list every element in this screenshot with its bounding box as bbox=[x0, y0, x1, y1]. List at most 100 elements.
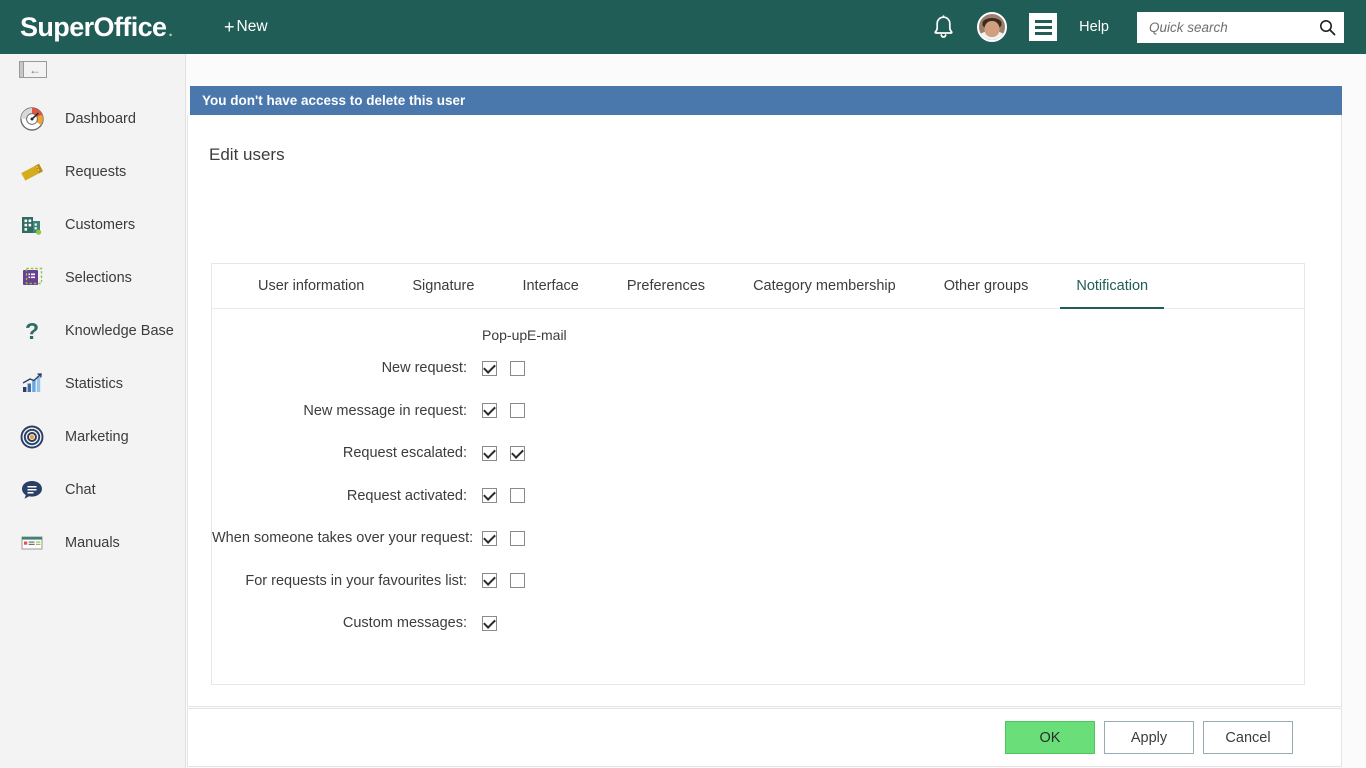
tab-label: Interface bbox=[522, 278, 579, 294]
menu-bar bbox=[1034, 31, 1052, 35]
tab-preferences[interactable]: Preferences bbox=[603, 264, 729, 308]
ok-button[interactable]: OK bbox=[1005, 721, 1095, 754]
plus-icon: + bbox=[224, 16, 235, 37]
superoffice-logo[interactable]: SuperOffice . bbox=[20, 12, 173, 43]
popup-checkbox[interactable] bbox=[482, 615, 497, 631]
tab-bar: User information Signature Interface Pre… bbox=[212, 264, 1304, 309]
sidebar-item-knowledge-base[interactable]: ? Knowledge Base bbox=[0, 304, 185, 357]
email-checkbox[interactable] bbox=[510, 403, 525, 419]
notification-row: Request activated: bbox=[212, 475, 1304, 518]
sidebar-item-label: Statistics bbox=[65, 375, 124, 392]
tab-signature[interactable]: Signature bbox=[388, 264, 498, 308]
tabs-panel: User information Signature Interface Pre… bbox=[211, 263, 1305, 685]
sidebar-item-label: Knowledge Base bbox=[65, 322, 174, 339]
notification-row: New request: bbox=[212, 347, 1304, 390]
tab-other-groups[interactable]: Other groups bbox=[920, 264, 1053, 308]
search-input[interactable] bbox=[1147, 11, 1319, 43]
bell-icon[interactable] bbox=[932, 14, 955, 40]
header-actions: Help bbox=[932, 0, 1366, 54]
hamburger-menu-icon[interactable] bbox=[1029, 13, 1058, 41]
sidebar-item-marketing[interactable]: Marketing bbox=[0, 410, 185, 463]
popup-checkbox[interactable] bbox=[482, 360, 497, 376]
apply-button[interactable]: Apply bbox=[1104, 721, 1194, 754]
popup-checkbox-cell bbox=[482, 403, 510, 419]
sidebar-item-chat[interactable]: Chat bbox=[0, 463, 185, 516]
email-column-header: E-mail bbox=[527, 327, 567, 343]
avatar[interactable] bbox=[977, 12, 1008, 42]
new-button[interactable]: + New bbox=[224, 17, 268, 38]
email-checkbox[interactable] bbox=[510, 360, 525, 376]
email-checkbox-cell bbox=[510, 488, 538, 504]
sidebar-item-requests[interactable]: Requests bbox=[0, 145, 185, 198]
target-icon bbox=[17, 422, 47, 452]
bar-chart-icon bbox=[17, 369, 47, 399]
quick-search-box[interactable] bbox=[1137, 11, 1344, 43]
popup-checkbox[interactable] bbox=[482, 530, 497, 546]
row-label: New request: bbox=[381, 360, 467, 377]
popup-checkbox-cell bbox=[482, 530, 510, 546]
collapse-panel-icon[interactable]: ← bbox=[19, 61, 47, 78]
tab-interface[interactable]: Interface bbox=[498, 264, 602, 308]
dashboard-gauge-icon bbox=[17, 104, 47, 134]
top-header-bar: SuperOffice . + New Help bbox=[0, 0, 1366, 54]
sidebar-item-label: Selections bbox=[65, 269, 132, 286]
tab-label: User information bbox=[258, 278, 365, 294]
sidebar-item-customers[interactable]: Customers bbox=[0, 198, 185, 251]
sidebar-item-dashboard[interactable]: Dashboard bbox=[0, 92, 185, 145]
new-button-label: New bbox=[236, 18, 268, 35]
popup-checkbox[interactable] bbox=[482, 403, 497, 419]
page-title: Edit users bbox=[209, 145, 285, 164]
popup-checkbox[interactable] bbox=[482, 573, 497, 589]
email-checkbox[interactable] bbox=[510, 573, 525, 589]
email-checkbox[interactable] bbox=[510, 488, 525, 504]
sidebar-nav: Dashboard Requests Customers Selections … bbox=[0, 92, 185, 569]
logo-dot: . bbox=[168, 22, 173, 40]
notification-settings-form: Pop-up E-mail New request: New message i… bbox=[212, 309, 1304, 645]
email-checkbox[interactable] bbox=[510, 530, 525, 546]
ticket-icon bbox=[17, 157, 47, 187]
sidebar-item-statistics[interactable]: Statistics bbox=[0, 357, 185, 410]
selection-square-icon bbox=[17, 263, 47, 293]
popup-checkbox[interactable] bbox=[482, 488, 497, 504]
svg-text:?: ? bbox=[25, 318, 39, 344]
label-column-spacer bbox=[212, 327, 482, 343]
notification-row: Custom messages: bbox=[212, 602, 1304, 645]
popup-checkbox[interactable] bbox=[482, 445, 497, 461]
row-label: Request activated: bbox=[346, 487, 467, 504]
tab-category-membership[interactable]: Category membership bbox=[729, 264, 920, 308]
email-checkbox-cell bbox=[510, 403, 538, 419]
menu-bar bbox=[1034, 19, 1052, 23]
tab-label: Category membership bbox=[753, 278, 896, 294]
sidebar-item-selections[interactable]: Selections bbox=[0, 251, 185, 304]
cancel-button[interactable]: Cancel bbox=[1203, 721, 1293, 754]
notification-row: Request escalated: bbox=[212, 432, 1304, 475]
popup-checkbox-cell bbox=[482, 615, 510, 631]
notification-row: For requests in your favourites list: bbox=[212, 560, 1304, 603]
email-checkbox-cell bbox=[510, 530, 538, 546]
email-checkbox-cell bbox=[510, 360, 538, 376]
tab-notification[interactable]: Notification bbox=[1052, 264, 1172, 309]
manuals-icon bbox=[17, 528, 47, 558]
notification-row: When someone takes over your request: bbox=[212, 517, 1304, 560]
popup-checkbox-cell bbox=[482, 573, 510, 589]
avatar-face bbox=[984, 21, 1000, 37]
row-label: When someone takes over your request: bbox=[212, 530, 474, 547]
popup-checkbox-cell bbox=[482, 360, 510, 376]
main-content-region: You don't have access to delete this use… bbox=[186, 54, 1366, 768]
building-icon bbox=[17, 210, 47, 240]
chat-bubble-icon bbox=[17, 475, 47, 505]
left-sidebar: ← Dashboard Requests Customers Selection… bbox=[0, 54, 186, 768]
notification-row: New message in request: bbox=[212, 390, 1304, 433]
email-checkbox-cell-absent bbox=[510, 616, 538, 631]
email-checkbox[interactable] bbox=[510, 445, 525, 461]
sidebar-item-manuals[interactable]: Manuals bbox=[0, 516, 185, 569]
search-icon[interactable] bbox=[1319, 19, 1336, 36]
sidebar-item-label: Chat bbox=[65, 481, 96, 498]
question-mark-icon: ? bbox=[17, 316, 47, 346]
help-link[interactable]: Help bbox=[1079, 19, 1109, 35]
tab-label: Preferences bbox=[626, 278, 706, 294]
tab-user-information[interactable]: User information bbox=[234, 264, 388, 308]
tab-label: Signature bbox=[412, 278, 475, 294]
dialog-footer: OK Apply Cancel bbox=[187, 709, 1342, 767]
row-label: New message in request: bbox=[303, 402, 467, 419]
